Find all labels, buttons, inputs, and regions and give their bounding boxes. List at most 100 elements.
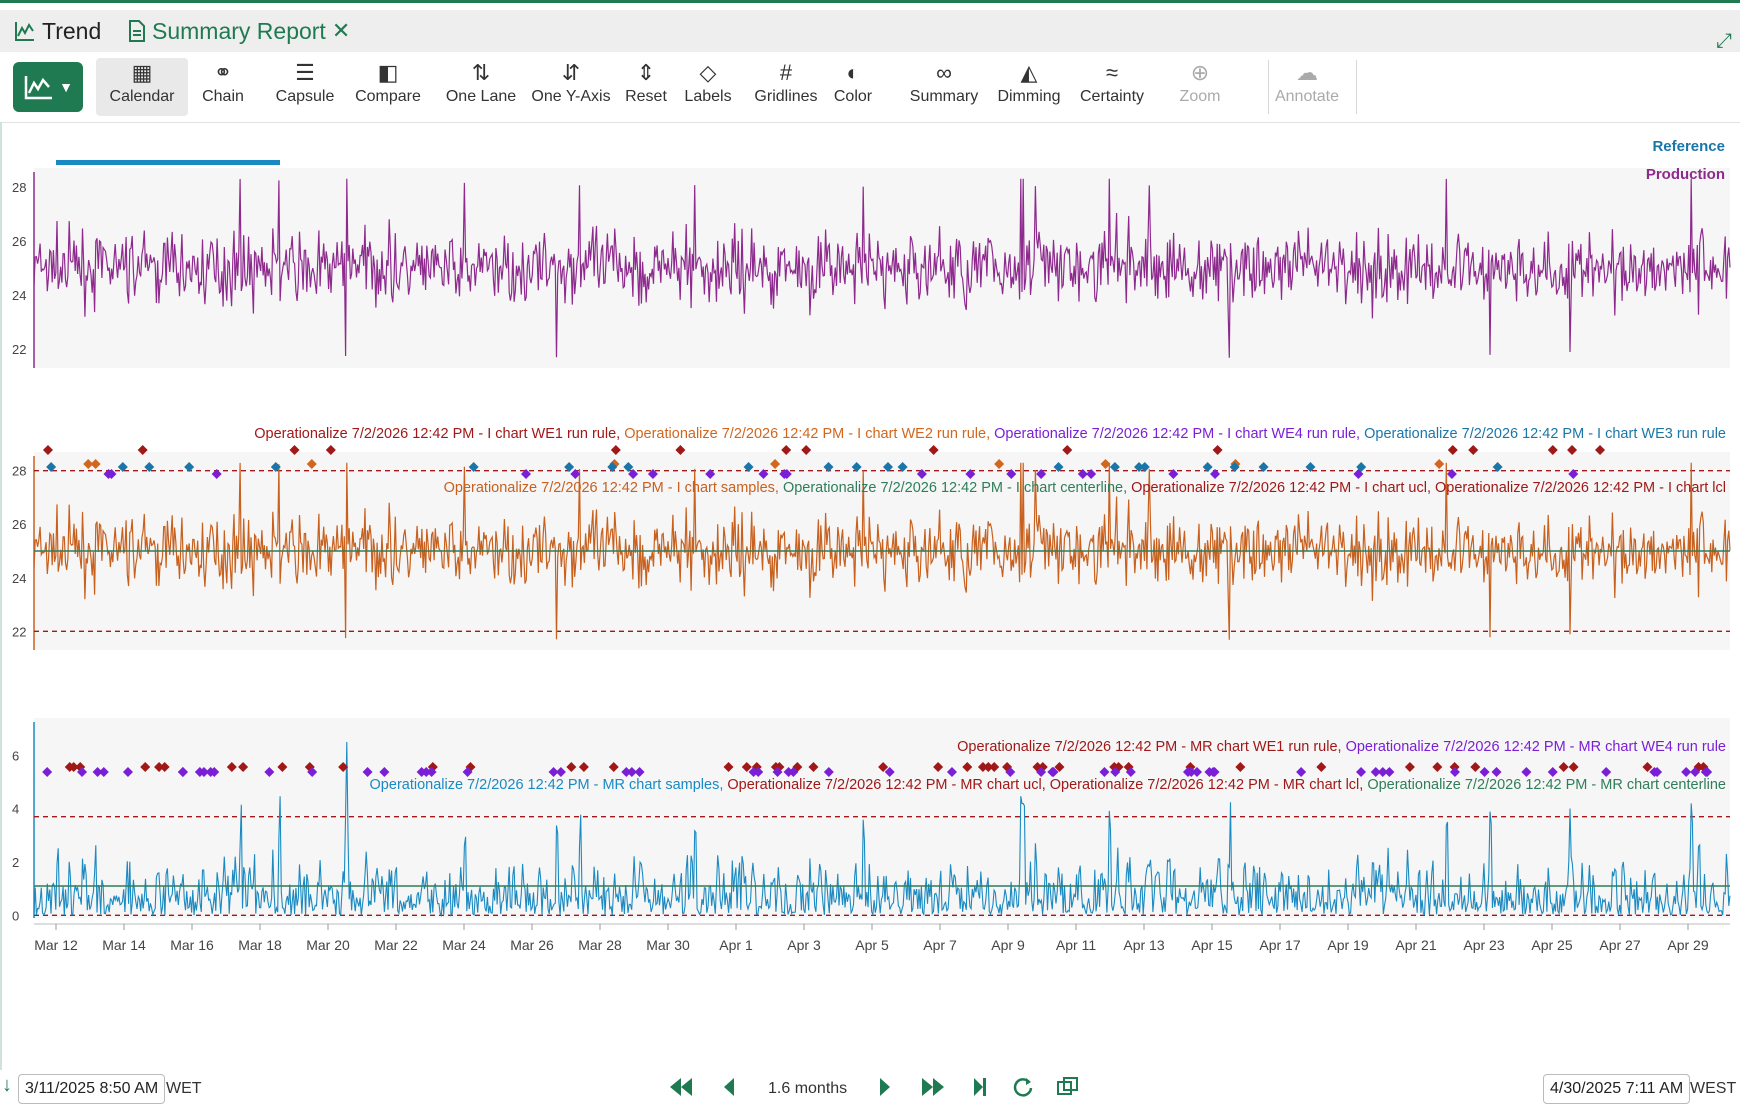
expand-icon[interactable]: ⤢ bbox=[1716, 30, 1732, 53]
color-icon: ◐ bbox=[846, 60, 860, 85]
jump-to-now-button[interactable] bbox=[972, 1076, 988, 1104]
x-tick-label: Mar 24 bbox=[442, 937, 486, 953]
toolbar-color-button[interactable]: ◐ Color bbox=[816, 58, 890, 116]
legend-entry: Operationalize 7/2/2026 12:42 PM - I cha… bbox=[779, 480, 1127, 496]
x-tick-label: Mar 14 bbox=[102, 937, 146, 953]
refresh-button[interactable] bbox=[1012, 1076, 1034, 1104]
x-tick-label: Apr 25 bbox=[1531, 937, 1572, 953]
x-tick-label: Apr 3 bbox=[787, 937, 821, 953]
toolbar-dimming-button[interactable]: ◭ Dimming bbox=[982, 58, 1076, 116]
toolbar-separator bbox=[1356, 60, 1357, 114]
toolbar-item-label: Dimming bbox=[997, 88, 1061, 105]
end-timezone: WEST bbox=[1690, 1080, 1737, 1097]
i-chart-run-rule-legend: Operationalize 7/2/2026 12:42 PM - I cha… bbox=[254, 426, 1726, 442]
copy-range-icon bbox=[1057, 1077, 1078, 1095]
step-forward-button[interactable] bbox=[878, 1076, 892, 1104]
toolbar-compare-button[interactable]: ◧ Compare bbox=[342, 58, 434, 116]
y-tick-label: 4 bbox=[12, 802, 19, 817]
x-tick-label: Mar 28 bbox=[578, 937, 622, 953]
trend-icon bbox=[15, 22, 34, 41]
y-tick-label: 24 bbox=[12, 288, 26, 303]
toolbar-zoom-button[interactable]: ⊕ Zoom bbox=[1162, 58, 1238, 116]
compare-icon: ◧ bbox=[377, 60, 399, 85]
x-tick-label: Apr 19 bbox=[1327, 937, 1368, 953]
x-tick-label: Apr 7 bbox=[923, 937, 957, 953]
legend-entry: Operationalize 7/2/2026 12:42 PM - MR ch… bbox=[1342, 739, 1726, 755]
toolbar-item-label: One Y-Axis bbox=[531, 88, 611, 105]
window-top-border bbox=[0, 0, 1740, 10]
x-tick-label: Apr 29 bbox=[1667, 937, 1708, 953]
toolbar-calendar-button[interactable]: ▦ Calendar bbox=[96, 58, 188, 116]
y-tick-label: 22 bbox=[12, 624, 26, 639]
x-tick-label: Mar 22 bbox=[374, 937, 418, 953]
toolbar-certainty-button[interactable]: ≈ Certainty bbox=[1064, 58, 1160, 116]
mr-chart-series-legend: Operationalize 7/2/2026 12:42 PM - MR ch… bbox=[370, 777, 1726, 793]
toolbar-one-lane-button[interactable]: ⇅ One Lane bbox=[432, 58, 530, 116]
toolbar-item-label: Compare bbox=[355, 88, 421, 105]
x-tick-label: Mar 30 bbox=[646, 937, 690, 953]
y-tick-label: 28 bbox=[12, 464, 26, 479]
toolbar-summary-button[interactable]: ∞ Summary bbox=[894, 58, 994, 116]
step-back-full-button[interactable] bbox=[668, 1076, 694, 1104]
legend-entry: Operationalize 7/2/2026 12:42 PM - MR ch… bbox=[1363, 777, 1726, 793]
legend-entry: Operationalize 7/2/2026 12:42 PM - I cha… bbox=[990, 426, 1360, 442]
left-arrow-icon bbox=[724, 1078, 734, 1096]
summary-icon: ∞ bbox=[936, 60, 952, 85]
document-icon bbox=[129, 20, 145, 42]
tab-trend[interactable]: Trend bbox=[14, 14, 101, 48]
legend-entry: Operationalize 7/2/2026 12:42 PM - I cha… bbox=[1431, 480, 1726, 496]
legend-entry: Operationalize 7/2/2026 12:42 PM - I cha… bbox=[444, 480, 779, 496]
toolbar-item-label: Chain bbox=[202, 88, 244, 105]
capsule-icon: ☰ bbox=[295, 60, 315, 85]
toolbar: ▼ ▦ Calendar ⚭ Chain ☰ Capsule ◧ Compare ⇅ One La… bbox=[0, 52, 1740, 123]
x-tick-label: Mar 12 bbox=[34, 937, 78, 953]
right-arrow-icon bbox=[880, 1078, 890, 1096]
annotate-icon: ☁ bbox=[1296, 60, 1318, 85]
tab-bar: Trend Summary Report ✕ ⤢ bbox=[0, 10, 1740, 53]
trend-chart-area[interactable]: 22242628222426280246Operationalize 7/2/2… bbox=[0, 122, 1740, 1070]
step-back-button[interactable] bbox=[722, 1076, 736, 1104]
x-tick-label: Apr 1 bbox=[719, 937, 753, 953]
skip-end-icon bbox=[974, 1078, 986, 1096]
legend-entry: Operationalize 7/2/2026 12:42 PM - I cha… bbox=[1127, 480, 1431, 496]
legend-entry: Operationalize 7/2/2026 12:42 PM - I cha… bbox=[1360, 426, 1726, 442]
x-tick-label: Apr 9 bbox=[991, 937, 1025, 953]
toolbar-labels-button[interactable]: ◇ Labels bbox=[672, 58, 744, 116]
production-label: Production bbox=[1645, 166, 1725, 183]
x-tick-label: Apr 17 bbox=[1259, 937, 1300, 953]
toolbar-item-label: Labels bbox=[684, 88, 732, 105]
double-right-arrow-icon bbox=[922, 1078, 944, 1096]
one-lane-icon: ⇅ bbox=[471, 60, 491, 85]
toolbar-item-label: Capsule bbox=[275, 88, 335, 105]
y-tick-label: 24 bbox=[12, 571, 26, 586]
start-time-field[interactable]: 3/11/2025 8:50 AM bbox=[18, 1074, 166, 1104]
toolbar-chain-button[interactable]: ⚭ Chain bbox=[184, 58, 262, 116]
i-chart-series-legend: Operationalize 7/2/2026 12:42 PM - I cha… bbox=[444, 480, 1726, 496]
y-tick-label: 0 bbox=[12, 908, 19, 923]
refresh-icon bbox=[1013, 1078, 1033, 1097]
legend-entry: Operationalize 7/2/2026 12:42 PM - MR ch… bbox=[723, 777, 1045, 793]
toolbar-capsule-button[interactable]: ☰ Capsule bbox=[264, 58, 346, 116]
x-tick-label: Apr 21 bbox=[1395, 937, 1436, 953]
reference-label: Reference bbox=[1652, 138, 1725, 155]
certainty-icon: ≈ bbox=[1105, 60, 1119, 85]
toolbar-item-label: Summary bbox=[909, 88, 979, 105]
toolbar-item-label: Reset bbox=[625, 88, 667, 105]
zoom-icon: ⊕ bbox=[1190, 60, 1210, 85]
toolbar-separator bbox=[1268, 60, 1269, 114]
duration-display[interactable]: 1.6 months bbox=[768, 1080, 847, 1098]
close-tab-icon[interactable]: ✕ bbox=[332, 18, 350, 44]
x-tick-label: Apr 11 bbox=[1056, 937, 1096, 953]
display-range-button[interactable] bbox=[1056, 1076, 1080, 1104]
trend-view-button[interactable]: ▼ bbox=[13, 62, 83, 112]
toolbar-one-y-axis-button[interactable]: ⇵ One Y-Axis bbox=[520, 58, 622, 116]
step-forward-full-button[interactable] bbox=[920, 1076, 946, 1104]
tab-summary-report[interactable]: Summary Report ✕ bbox=[128, 14, 350, 48]
toolbar-item-label: Zoom bbox=[1179, 88, 1221, 105]
mr-chart-run-rule-legend: Operationalize 7/2/2026 12:42 PM - MR ch… bbox=[957, 739, 1726, 755]
end-time-field[interactable]: 4/30/2025 7:11 AM bbox=[1543, 1074, 1691, 1104]
y-tick-label: 22 bbox=[12, 342, 26, 357]
toolbar-item-label: One Lane bbox=[445, 88, 517, 105]
y-tick-label: 26 bbox=[12, 234, 26, 249]
x-tick-label: Apr 15 bbox=[1191, 937, 1232, 953]
